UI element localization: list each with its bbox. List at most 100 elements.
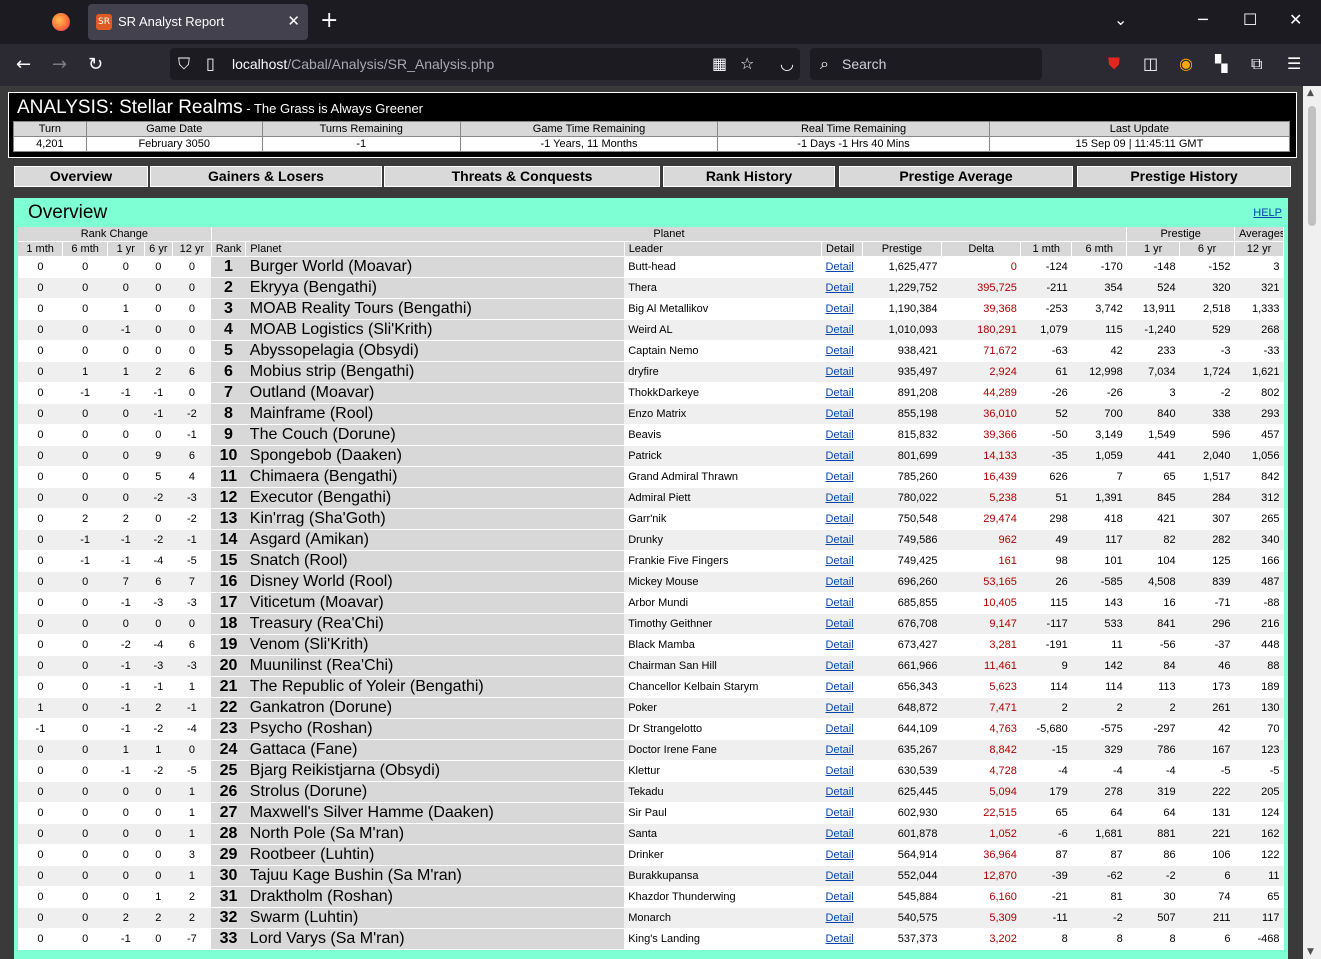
- average-cell: 284: [1179, 487, 1235, 509]
- detail-link[interactable]: Detail: [826, 303, 854, 315]
- tab-prestige-average[interactable]: Prestige Average: [839, 166, 1073, 187]
- detail-link[interactable]: Detail: [826, 849, 854, 861]
- detail-link[interactable]: Detail: [826, 870, 854, 882]
- detail-link[interactable]: Detail: [826, 618, 854, 630]
- status-header: Last Update: [988, 121, 1291, 137]
- table-row: 0 0 0 0 3 29 Rootbeer (Luhtin) Drinker Detail 564…: [18, 844, 1284, 866]
- detail-link[interactable]: Detail: [826, 492, 854, 504]
- puzzle-icon[interactable]: ⧉: [1251, 54, 1262, 74]
- detail-link[interactable]: Detail: [826, 576, 854, 588]
- detail-link[interactable]: Detail: [826, 387, 854, 399]
- rank-change-cell: 0: [18, 487, 63, 509]
- prestige-change-cell: 3,742: [1071, 298, 1127, 320]
- qr-code-icon[interactable]: ▦: [712, 54, 727, 73]
- close-window-icon[interactable]: ✕: [1289, 10, 1302, 29]
- sidebar-icon[interactable]: ◫: [1143, 54, 1158, 73]
- average-cell: 162: [1234, 823, 1284, 845]
- tab-rank-history[interactable]: Rank History: [663, 166, 835, 187]
- maximize-icon[interactable]: ☐: [1243, 10, 1257, 29]
- detail-link[interactable]: Detail: [826, 702, 854, 714]
- status-value: 4,201: [13, 136, 87, 152]
- detail-cell: Detail: [821, 760, 863, 782]
- url-text[interactable]: localhost/Cabal/Analysis/SR_Analysis.php: [232, 56, 494, 72]
- detail-cell: Detail: [821, 655, 863, 677]
- url-bar[interactable]: ⛉ ▯ localhost/Cabal/Analysis/SR_Analysis…: [170, 48, 800, 80]
- reload-icon[interactable]: ↻: [88, 54, 103, 75]
- extension-icon[interactable]: ◉: [1179, 54, 1193, 73]
- detail-link[interactable]: Detail: [826, 261, 854, 273]
- average-cell: 74: [1179, 886, 1235, 908]
- prestige-change-cell: 8: [1126, 928, 1180, 950]
- bookmark-star-icon[interactable]: ☆: [740, 54, 754, 73]
- detail-link[interactable]: Detail: [826, 660, 854, 672]
- detail-link[interactable]: Detail: [826, 744, 854, 756]
- prestige-change-cell: 9: [1020, 655, 1072, 677]
- tab-gainers-losers[interactable]: Gainers & Losers: [150, 166, 382, 187]
- rank-change-cell: 0: [18, 655, 63, 677]
- rank-cell: 14: [211, 529, 246, 551]
- detail-link[interactable]: Detail: [826, 429, 854, 441]
- scrollbar-thumb[interactable]: [1308, 106, 1316, 226]
- rank-change-cell: 0: [144, 823, 173, 845]
- detail-link[interactable]: Detail: [826, 828, 854, 840]
- detail-link[interactable]: Detail: [826, 891, 854, 903]
- tab-prestige-history[interactable]: Prestige History: [1077, 166, 1291, 187]
- planet-group-header: Planet: [211, 227, 1128, 242]
- table-row: 0 0 1 0 0 3 MOAB Reality Tours (Bengathi) Big A…: [18, 298, 1284, 320]
- detail-link[interactable]: Detail: [826, 366, 854, 378]
- detail-link[interactable]: Detail: [826, 933, 854, 945]
- detail-link[interactable]: Detail: [826, 450, 854, 462]
- tab-title: SR Analyst Report: [118, 14, 225, 29]
- addons-grid-icon[interactable]: ▚: [1215, 54, 1227, 73]
- scroll-up-icon[interactable]: ▲: [1307, 88, 1314, 98]
- detail-link[interactable]: Detail: [826, 786, 854, 798]
- page-subtitle: - The Grass is Always Greener: [242, 101, 423, 116]
- rank-change-cell: 7: [172, 571, 212, 593]
- leader-cell: Santa: [624, 823, 822, 845]
- detail-link[interactable]: Detail: [826, 681, 854, 693]
- search-input[interactable]: ⌕ Search: [810, 48, 1042, 80]
- prestige-cell: 644,109: [862, 718, 942, 740]
- tab-threats-conquests[interactable]: Threats & Conquests: [384, 166, 660, 187]
- prestige-change-cell: 51: [1020, 487, 1072, 509]
- detail-link[interactable]: Detail: [826, 639, 854, 651]
- tab-overview[interactable]: Overview: [14, 166, 148, 187]
- rank-change-cell: 5: [144, 466, 173, 488]
- detail-link[interactable]: Detail: [826, 324, 854, 336]
- page-icon[interactable]: ▯: [206, 54, 215, 73]
- detail-link[interactable]: Detail: [826, 282, 854, 294]
- planet-cell: Chimaera (Bengathi): [245, 466, 625, 488]
- menu-icon[interactable]: ☰: [1287, 54, 1301, 73]
- detail-link[interactable]: Detail: [826, 597, 854, 609]
- detail-link[interactable]: Detail: [826, 471, 854, 483]
- close-tab-icon[interactable]: ✕: [287, 12, 300, 30]
- average-cell: 130: [1234, 697, 1284, 719]
- detail-link[interactable]: Detail: [826, 555, 854, 567]
- detail-link[interactable]: Detail: [826, 534, 854, 546]
- firefox-icon[interactable]: [52, 13, 70, 31]
- scroll-down-icon[interactable]: ▼: [1307, 947, 1314, 957]
- back-icon[interactable]: ←: [16, 54, 31, 75]
- detail-link[interactable]: Detail: [826, 408, 854, 420]
- forward-icon[interactable]: →: [52, 54, 67, 75]
- pocket-icon[interactable]: ◡: [780, 54, 794, 73]
- browser-tab[interactable]: SR SR Analyst Report ✕: [88, 4, 308, 40]
- detail-link[interactable]: Detail: [826, 765, 854, 777]
- detail-cell: Detail: [821, 487, 863, 509]
- delta-cell: 5,238: [941, 487, 1021, 509]
- detail-link[interactable]: Detail: [826, 513, 854, 525]
- list-tabs-icon[interactable]: ⌄: [1114, 10, 1127, 29]
- rank-change-cell: 2: [107, 907, 145, 929]
- prestige-change-cell: 115: [1071, 319, 1127, 341]
- detail-link[interactable]: Detail: [826, 807, 854, 819]
- minimize-icon[interactable]: ─: [1198, 10, 1208, 29]
- shield-icon[interactable]: ⛉: [178, 54, 190, 74]
- ublock-icon[interactable]: ⛊: [1108, 54, 1120, 74]
- detail-link[interactable]: Detail: [826, 345, 854, 357]
- detail-link[interactable]: Detail: [826, 723, 854, 735]
- detail-link[interactable]: Detail: [826, 912, 854, 924]
- help-link[interactable]: HELP: [1253, 207, 1282, 219]
- prestige-cell: 552,044: [862, 865, 942, 887]
- page-scrollbar[interactable]: ▲ ▼: [1303, 86, 1321, 959]
- new-tab-icon[interactable]: +: [320, 9, 338, 33]
